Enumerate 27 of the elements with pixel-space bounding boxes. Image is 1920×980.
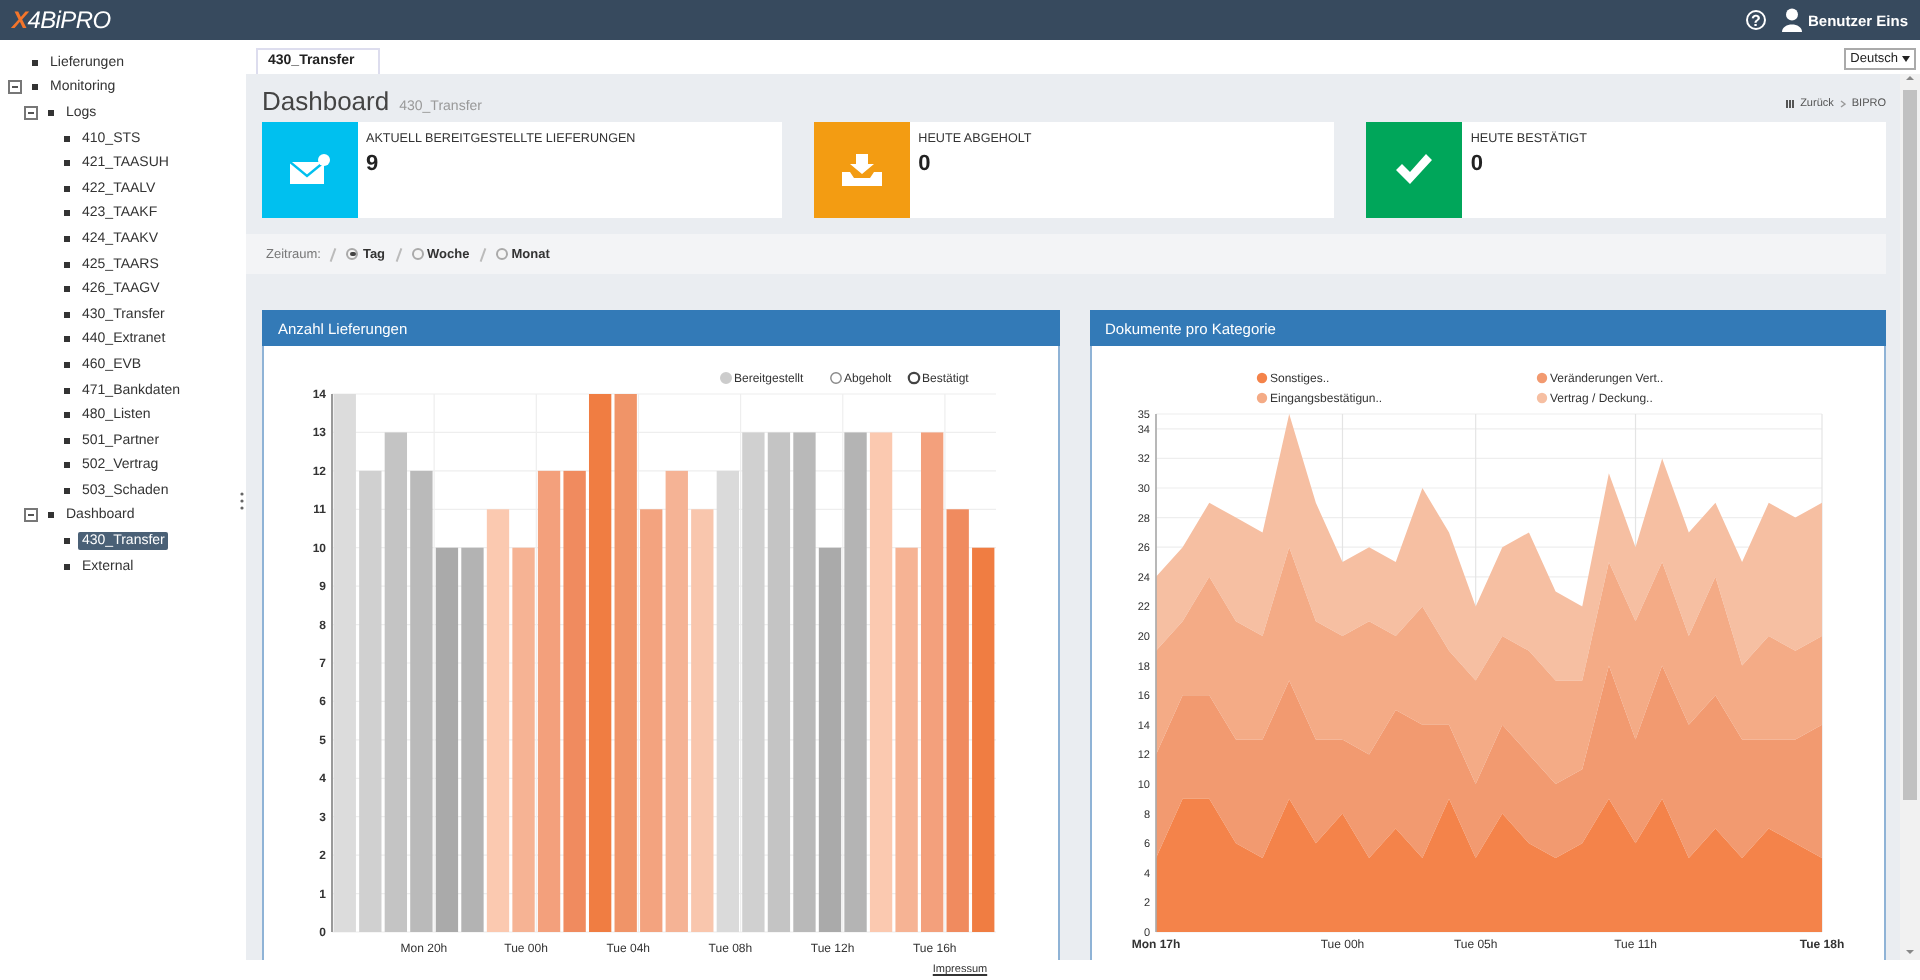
- radio-button[interactable]: [346, 248, 359, 260]
- mail-icon: [290, 154, 330, 186]
- bars-icon: [1786, 100, 1795, 108]
- user-icon[interactable]: [1781, 8, 1802, 32]
- collapse-icon[interactable]: [8, 80, 22, 95]
- splitter-handle[interactable]: [240, 491, 244, 509]
- scrollbar[interactable]: [1900, 74, 1920, 960]
- download-icon: [842, 154, 883, 186]
- collapse-icon[interactable]: [24, 105, 38, 120]
- legend-marker[interactable]: [1255, 392, 1267, 404]
- caret-icon: [1902, 56, 1910, 62]
- chevron-icon: [1839, 100, 1846, 108]
- stat-value: 9: [366, 152, 381, 176]
- help-button[interactable]: ?: [1745, 10, 1766, 30]
- check-icon: [1394, 154, 1435, 186]
- stat-value: 0: [918, 152, 933, 176]
- logo: X4BiPRO: [12, 6, 111, 34]
- page-title: Dashboard: [262, 86, 390, 116]
- stat-value: 0: [1470, 152, 1485, 176]
- legend-marker[interactable]: [1535, 392, 1547, 404]
- legend-marker[interactable]: [907, 371, 921, 385]
- legend-marker[interactable]: [1255, 372, 1267, 384]
- radio-button[interactable]: [495, 248, 508, 260]
- legend-marker[interactable]: [1535, 372, 1547, 384]
- collapse-icon[interactable]: [24, 508, 38, 523]
- legend-marker[interactable]: [830, 372, 842, 384]
- radio-button[interactable]: [411, 248, 424, 260]
